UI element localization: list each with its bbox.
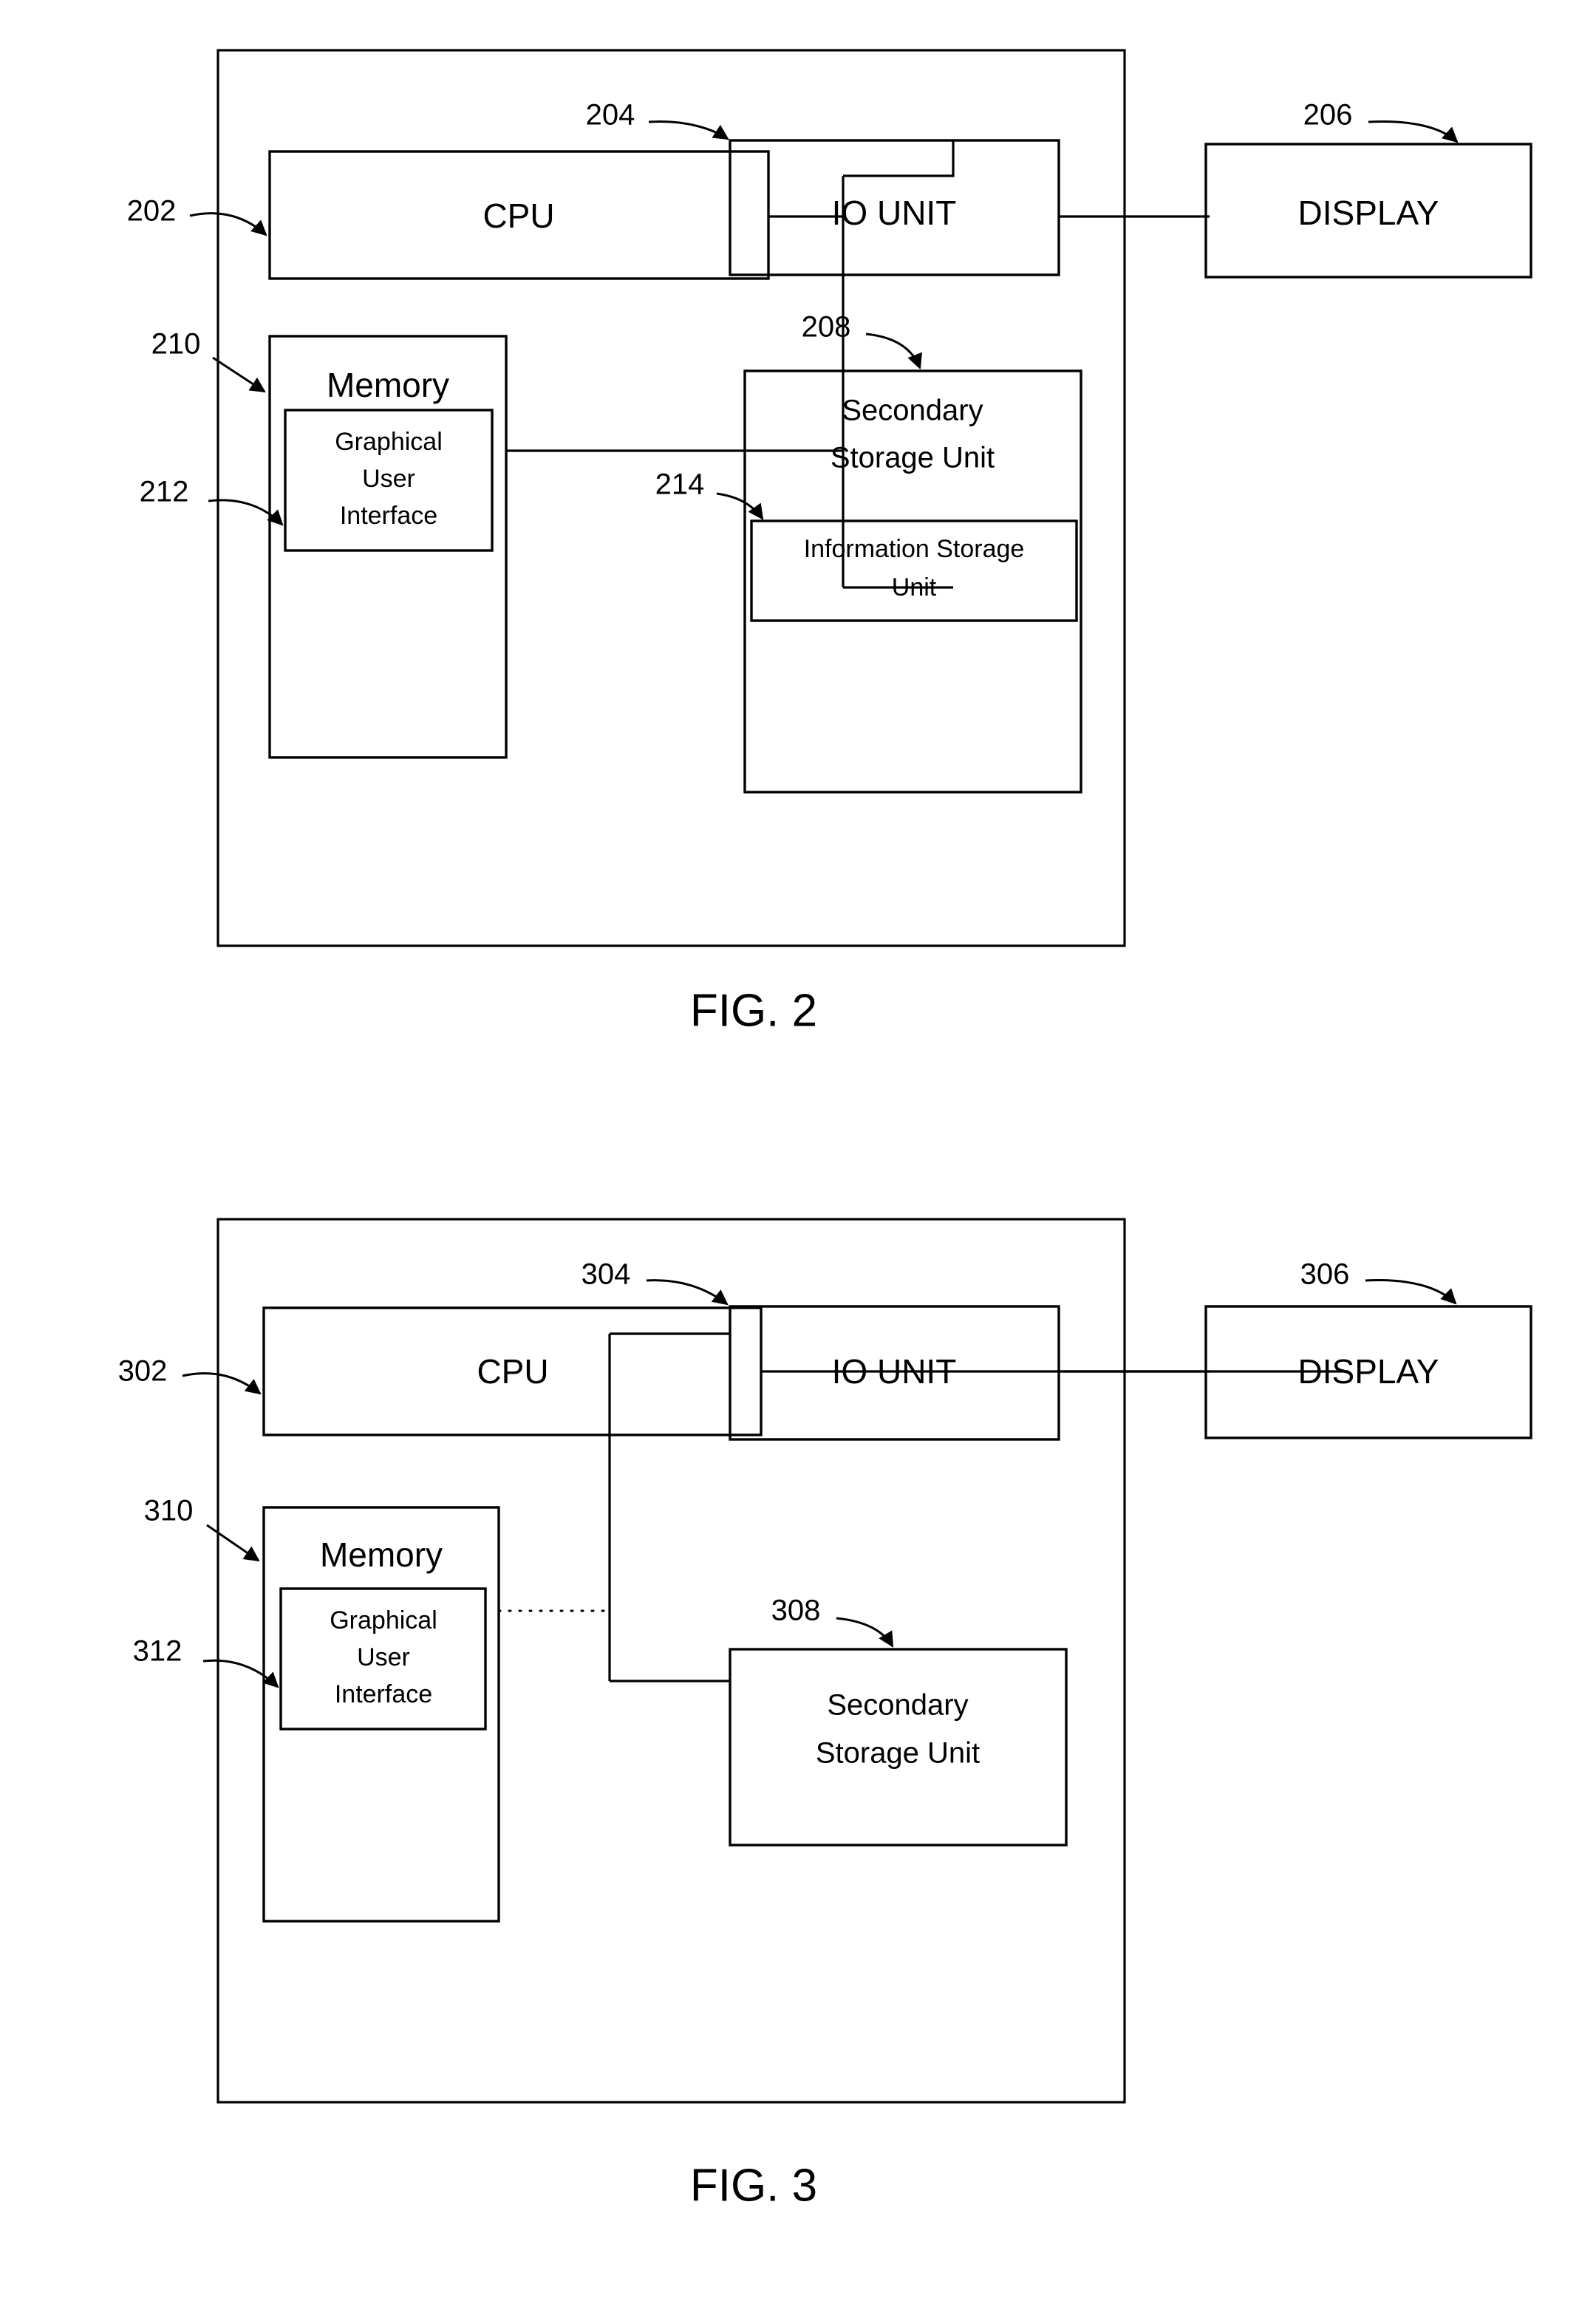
fig3-display-label: DISPLAY <box>1298 1352 1439 1391</box>
fig3-memory-callout: 310 <box>144 1495 260 1562</box>
fig2-memory-callout: 210 <box>151 328 266 393</box>
fig3-caption: FIG. 3 <box>690 2160 817 2211</box>
fig3-secondary-storage-label-line1: Secondary <box>827 1689 968 1722</box>
fig3-memory-ref: 310 <box>144 1495 194 1527</box>
fig2-cpu-ref: 202 <box>127 195 177 228</box>
fig3-gui-ref: 312 <box>133 1635 183 1668</box>
figure-3: CPU 302 IO UNIT 304 DISPLAY 306 Memory 3… <box>118 1218 1532 2211</box>
fig3-system-enclosure <box>216 1218 1126 2104</box>
fig3-io-ref: 304 <box>582 1258 631 1291</box>
fig3-io-label: IO UNIT <box>832 1352 957 1391</box>
fig2-memory-label: Memory <box>327 366 449 404</box>
fig2-cpu-leader <box>189 212 267 236</box>
fig2-display-label: DISPLAY <box>1298 194 1439 232</box>
fig2-io-label: IO UNIT <box>832 194 957 232</box>
fig3-memory-label: Memory <box>320 1535 443 1574</box>
fig2-secondary-storage-callout: 208 <box>802 311 923 369</box>
fig3-display-ref: 306 <box>1300 1258 1350 1291</box>
fig3-cpu-ref: 302 <box>118 1355 168 1388</box>
fig2-caption: FIG. 2 <box>690 985 817 1036</box>
fig2-secondary-storage-ref: 208 <box>802 311 851 344</box>
fig2-secondary-storage-leader <box>865 333 923 369</box>
fig3-memory-leader <box>206 1524 260 1562</box>
fig2-information-storage-label-line1: Information Storage <box>804 535 1025 563</box>
fig3-io-callout: 304 <box>582 1258 729 1306</box>
fig2-display-ref: 206 <box>1303 99 1353 132</box>
fig2-information-storage-leader <box>716 492 764 520</box>
fig3-cpu-block: CPU <box>262 1306 763 1436</box>
fig3-secondary-storage-leader <box>836 1617 894 1648</box>
figure-2: CPU 202 IO UNIT 204 DISPLAY 206 Memory 2… <box>127 49 1532 1036</box>
fig2-io-block: IO UNIT <box>729 139 1060 276</box>
fig2-gui-label-line1: Graphical <box>335 428 443 456</box>
fig2-memory-leader <box>212 356 266 393</box>
fig3-gui-block: Graphical User Interface <box>279 1587 487 1731</box>
fig2-conn-bus-io <box>843 140 955 177</box>
fig3-gui-leader <box>202 1659 279 1688</box>
fig3-cpu-callout: 302 <box>118 1355 262 1395</box>
fig3-cpu-leader <box>182 1372 262 1395</box>
fig3-secondary-storage-label-line2: Storage Unit <box>816 1737 980 1770</box>
fig3-secondary-storage-ref: 308 <box>771 1595 821 1627</box>
fig3-display-callout: 306 <box>1300 1258 1457 1305</box>
fig2-display-callout: 206 <box>1303 99 1459 143</box>
fig3-io-block: IO UNIT <box>729 1305 1060 1441</box>
fig2-gui-leader <box>208 499 284 526</box>
fig2-cpu-label: CPU <box>482 197 554 235</box>
fig2-secondary-storage-label-line1: Secondary <box>842 395 983 427</box>
fig2-gui-label-line3: Interface <box>340 502 437 530</box>
fig2-io-leader <box>648 120 729 140</box>
fig2-secondary-storage-label-line2: Storage Unit <box>831 442 995 474</box>
fig3-secondary-storage-block: Secondary Storage Unit <box>729 1648 1068 1847</box>
fig2-gui-callout: 212 <box>140 476 284 526</box>
fig2-information-storage-label-line2: Unit <box>892 573 937 601</box>
fig3-gui-label-line1: Graphical <box>330 1606 437 1634</box>
fig3-gui-callout: 312 <box>133 1635 279 1688</box>
fig2-display-block: DISPLAY <box>1204 143 1532 279</box>
fig2-memory-ref: 210 <box>151 328 201 361</box>
fig3-cpu-label: CPU <box>477 1352 548 1391</box>
fig3-memory-block: Memory <box>262 1506 500 1923</box>
figures-canvas: CPU 202 IO UNIT 204 DISPLAY 206 Memory 2… <box>118 49 1532 2211</box>
fig2-memory-block: Memory <box>268 335 508 759</box>
fig3-gui-label-line3: Interface <box>335 1680 432 1708</box>
fig2-information-storage-ref: 214 <box>655 468 705 501</box>
fig3-secondary-storage-callout: 308 <box>771 1595 894 1648</box>
fig2-io-ref: 204 <box>586 99 635 132</box>
fig2-display-leader <box>1368 120 1459 143</box>
fig2-information-storage-callout: 214 <box>655 468 764 520</box>
fig3-display-leader <box>1365 1279 1457 1305</box>
fig3-io-leader <box>646 1279 729 1306</box>
fig2-gui-block: Graphical User Interface <box>284 409 494 552</box>
fig2-gui-label-line2: User <box>362 465 415 493</box>
fig2-information-storage-block: Information Storage Unit <box>750 519 1078 622</box>
fig3-gui-label-line2: User <box>357 1643 410 1671</box>
fig2-cpu-block: CPU <box>268 150 770 280</box>
patent-drawing-sheet: CPU 202 IO UNIT 204 DISPLAY 206 Memory 2… <box>0 0 1596 2315</box>
fig2-gui-ref: 212 <box>140 476 189 508</box>
fig2-cpu-callout: 202 <box>127 195 267 236</box>
fig2-io-callout: 204 <box>586 99 729 140</box>
